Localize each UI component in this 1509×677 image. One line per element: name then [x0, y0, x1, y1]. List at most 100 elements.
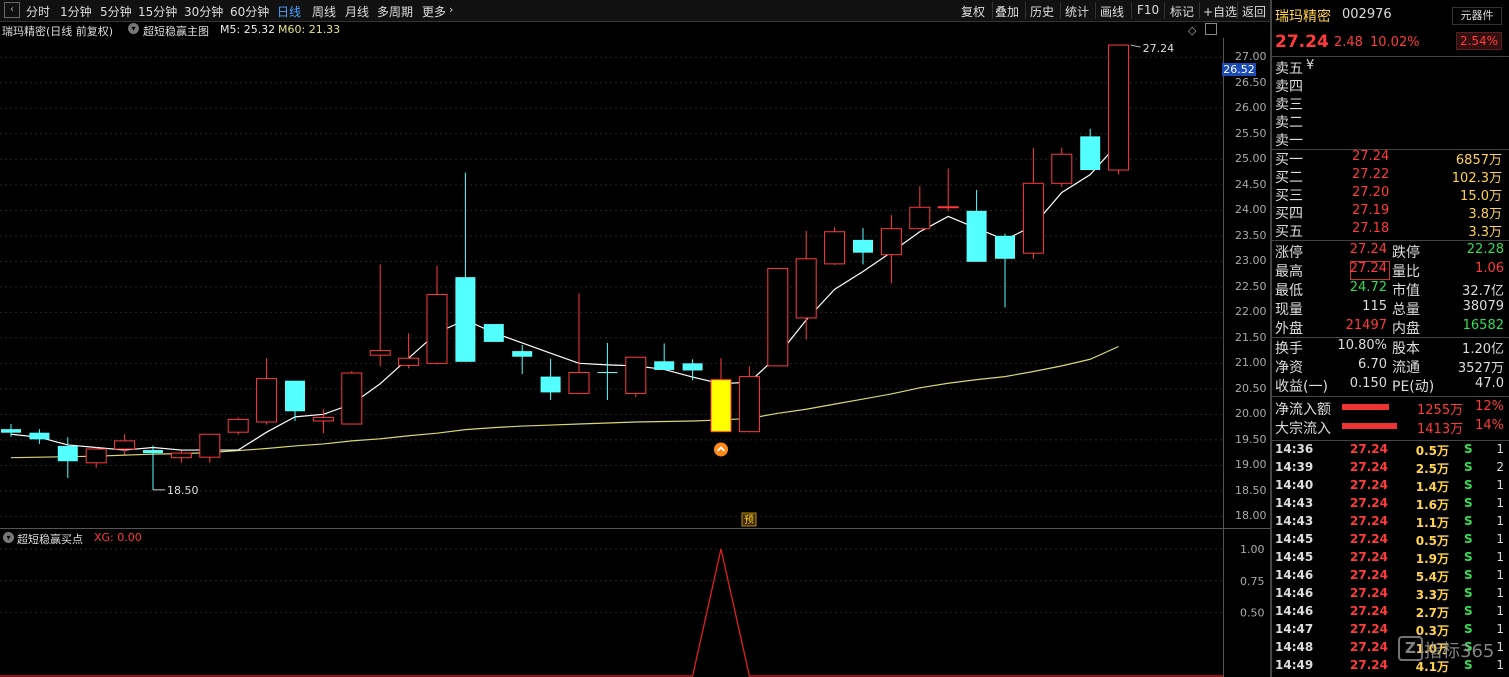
candle-body [483, 324, 504, 342]
stat-value: 24.72 [1349, 280, 1387, 295]
candle-body [512, 351, 533, 357]
divider [1272, 240, 1509, 241]
tick-side: S [1464, 442, 1473, 456]
period-weekly[interactable]: 周线 [312, 3, 336, 20]
tick-side: S [1464, 604, 1473, 618]
candle-body [1051, 153, 1073, 184]
divider [1060, 2, 1061, 19]
buy-level-volume: 3.8万 [1468, 207, 1502, 222]
tick-side: S [1464, 622, 1473, 636]
period-60min[interactable]: 60分钟 [230, 3, 269, 20]
tool-draw[interactable]: 画线 [1100, 3, 1124, 20]
sector-button[interactable]: 元器件 [1452, 7, 1502, 25]
tool-mark[interactable]: 标记 [1170, 3, 1194, 20]
buy-level-price: 27.22 [1352, 167, 1390, 182]
candle [1022, 148, 1044, 259]
candle [341, 370, 363, 425]
tool-return[interactable]: 返回 [1242, 3, 1266, 20]
tick-count: 1 [1496, 586, 1504, 600]
candle [682, 359, 703, 381]
candle-body [1, 429, 21, 433]
period-monthly[interactable]: 月线 [345, 3, 369, 20]
flow-bar [1342, 404, 1389, 410]
tool-stats[interactable]: 统计 [1065, 3, 1089, 20]
candle-body [880, 228, 902, 256]
current-price-tag: 26.52 [1222, 63, 1256, 76]
candle [398, 333, 420, 369]
candle-body [29, 432, 50, 440]
candle-body [285, 380, 305, 412]
period-more[interactable]: 更多 [422, 3, 446, 20]
tool-add-watchlist[interactable]: +自选 [1203, 3, 1237, 20]
price-tick-label: 23.00 [1235, 254, 1267, 268]
tool-adjust[interactable]: 复权 [961, 3, 985, 20]
candle [824, 227, 846, 265]
indicator-dropdown-icon[interactable]: ▾ [128, 23, 139, 34]
price-tick-label: 21.50 [1235, 330, 1267, 344]
sector-change-pct: 2.54% [1456, 32, 1502, 50]
buy-level-volume: 102.3万 [1451, 171, 1502, 186]
price-change: 2.48 [1334, 35, 1363, 50]
tick-count: 1 [1496, 442, 1504, 456]
price-tick-label: 26.50 [1235, 75, 1267, 89]
candle-body [312, 416, 334, 422]
divider [1131, 2, 1132, 19]
tick-price: 27.24 [1350, 442, 1388, 456]
price-tick-label: 25.50 [1235, 126, 1267, 140]
period-multi[interactable]: 多周期 [377, 3, 413, 20]
candle-body [143, 450, 163, 454]
tool-history[interactable]: 历史 [1030, 3, 1054, 20]
tick-price: 27.24 [1350, 568, 1388, 582]
period-30min[interactable]: 30分钟 [184, 3, 223, 20]
tick-time: 14:46 [1275, 568, 1314, 582]
tick-count: 1 [1496, 622, 1504, 636]
period-1min[interactable]: 1分钟 [60, 3, 92, 20]
watermark-logo: Z [1398, 636, 1423, 661]
candle [85, 447, 107, 468]
tick-price: 27.24 [1350, 604, 1388, 618]
candle [1051, 147, 1073, 187]
tick-volume: 2.5万 [1415, 462, 1449, 476]
tick-count: 1 [1496, 568, 1504, 582]
candle [369, 264, 391, 367]
candle-body [227, 418, 249, 433]
stat-label: 现量 [1275, 302, 1303, 318]
tick-side: S [1464, 514, 1473, 528]
candle [256, 358, 278, 425]
tick-side: S [1464, 586, 1473, 600]
price-tick-label: 24.00 [1235, 203, 1267, 217]
finance-value: 3527万 [1457, 361, 1504, 376]
price-tick-label: 26.00 [1235, 101, 1267, 115]
tool-f10[interactable]: F10 [1137, 3, 1159, 17]
candle [995, 233, 1015, 308]
sell-level-label: 卖三 [1275, 97, 1303, 113]
tick-time: 14:45 [1275, 532, 1314, 546]
buy-level-label: 买四 [1275, 206, 1303, 222]
tick-side: S [1464, 496, 1473, 510]
diamond-icon[interactable]: ◇ [1188, 24, 1196, 37]
toolbar-back-icon[interactable]: ‹ [4, 2, 20, 18]
period-5min[interactable]: 5分钟 [100, 3, 132, 20]
close-chart-icon[interactable] [1205, 23, 1217, 35]
candle [1108, 44, 1130, 175]
candle [143, 445, 163, 490]
period-daily[interactable]: 日线 [277, 3, 301, 20]
period-15min[interactable]: 15分钟 [138, 3, 177, 20]
candle [654, 343, 675, 370]
tick-volume: 1.9万 [1415, 552, 1449, 566]
candle-body [767, 267, 789, 367]
buy-level-label: 买二 [1275, 170, 1303, 186]
tick-count: 1 [1496, 532, 1504, 546]
flow-pct: 14% [1475, 418, 1504, 433]
tick-price: 27.24 [1350, 640, 1388, 654]
price-tick-label: 22.00 [1235, 305, 1267, 319]
tick-volume: 0.5万 [1415, 444, 1449, 458]
period-minute[interactable]: 分时 [26, 3, 50, 20]
main-indicator-name[interactable]: 超短稳赢主图 [143, 23, 209, 39]
candle [170, 450, 192, 463]
candle-body [625, 356, 647, 394]
candle-body [1080, 136, 1101, 171]
candle-body [426, 293, 448, 364]
tool-overlay[interactable]: 叠加 [995, 3, 1019, 20]
stock-info-label: 瑞玛精密(日线 前复权) [2, 25, 114, 38]
